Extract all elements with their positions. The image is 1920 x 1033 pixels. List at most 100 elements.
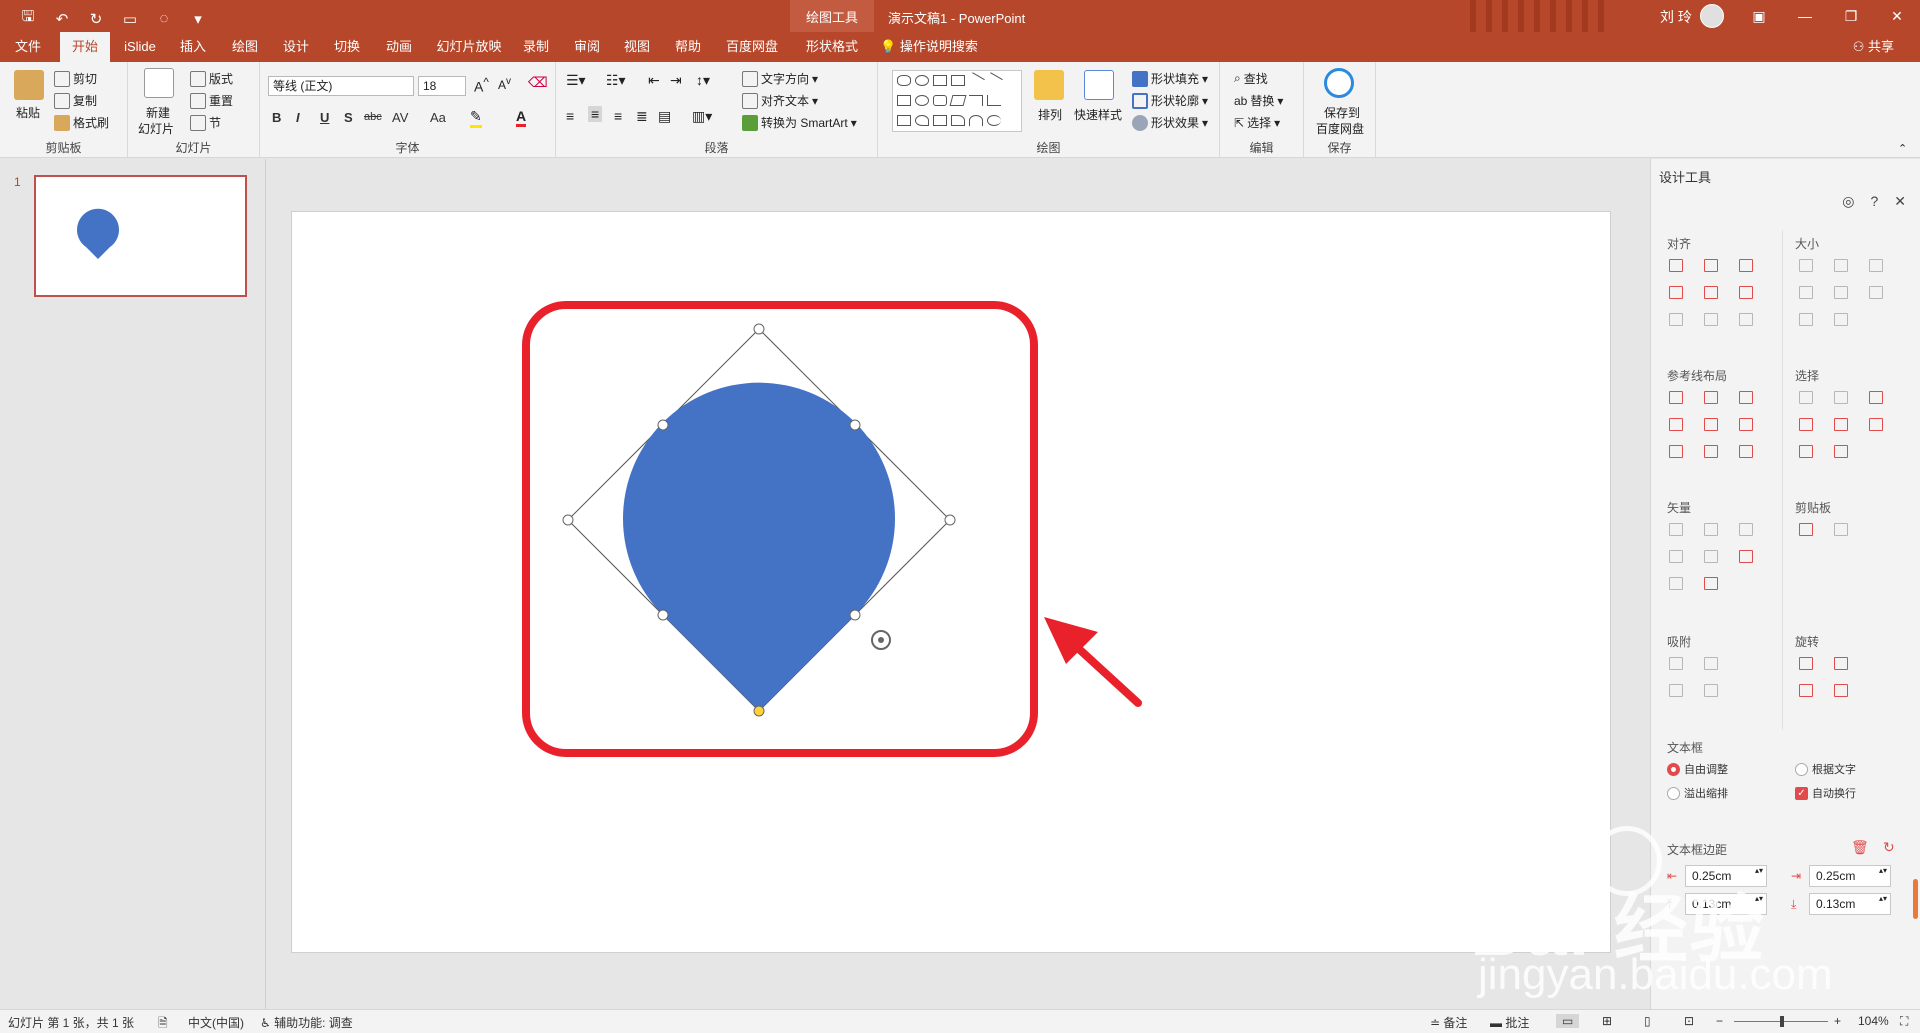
- font-color-icon[interactable]: A: [516, 108, 527, 127]
- slideshow-view-icon[interactable]: ⊡: [1684, 1014, 1694, 1028]
- shape-option[interactable]: [897, 115, 911, 126]
- help-icon[interactable]: ?: [1870, 193, 1878, 210]
- close-icon[interactable]: ✕: [1894, 193, 1906, 210]
- zoom-slider-thumb[interactable]: [1780, 1016, 1784, 1027]
- margin-right-input[interactable]: 0.25cm: [1809, 865, 1891, 887]
- spellcheck-icon[interactable]: 🗎: [158, 1014, 168, 1033]
- quick-styles-button[interactable]: 快速样式: [1074, 106, 1122, 123]
- undo-icon[interactable]: ↶: [52, 10, 72, 28]
- zoom-level[interactable]: 104%: [1858, 1014, 1889, 1028]
- guide-left-icon[interactable]: [1669, 391, 1683, 404]
- resize-handle[interactable]: [657, 609, 669, 621]
- copy-button[interactable]: 复制: [54, 92, 97, 109]
- tab-slideshow[interactable]: 幻灯片放映: [428, 32, 510, 62]
- align-center-tool-icon[interactable]: [1704, 259, 1718, 272]
- paste-icon[interactable]: [14, 70, 44, 100]
- flip-vertical-icon[interactable]: [1834, 684, 1848, 697]
- save-to-label-2[interactable]: 百度网盘: [1316, 120, 1364, 137]
- redo-icon[interactable]: ↻: [86, 10, 106, 28]
- collapse-ribbon-icon[interactable]: ⌃: [1898, 142, 1907, 155]
- new-slide-label-1[interactable]: 新建: [146, 104, 170, 121]
- align-left-icon[interactable]: ≡: [566, 108, 574, 124]
- shape-fill-button[interactable]: 形状填充 ▾: [1132, 70, 1208, 87]
- shape-option[interactable]: [915, 95, 929, 106]
- avatar[interactable]: [1700, 4, 1724, 28]
- smartart-button[interactable]: 转换为 SmartArt ▾: [742, 114, 857, 131]
- align-right-tool-icon[interactable]: [1739, 259, 1753, 272]
- tab-islide[interactable]: iSlide: [116, 32, 164, 62]
- language-indicator[interactable]: 中文(中国): [188, 1014, 244, 1031]
- comments-button[interactable]: ▬ 批注: [1490, 1014, 1529, 1031]
- rotate-right-icon[interactable]: [1834, 657, 1848, 670]
- guide-width-icon[interactable]: [1669, 445, 1683, 458]
- slide-sorter-icon[interactable]: ⊞: [1602, 1014, 1612, 1028]
- margin-bottom-input[interactable]: 0.13cm: [1809, 893, 1891, 915]
- snap-right-icon[interactable]: [1704, 657, 1718, 670]
- paste-format-icon[interactable]: [1834, 523, 1848, 536]
- resize-handle[interactable]: [562, 514, 574, 526]
- edit-points-icon[interactable]: [1739, 550, 1753, 563]
- change-case-button[interactable]: Aa: [430, 110, 446, 125]
- restore-icon[interactable]: ❐: [1828, 0, 1874, 32]
- save-to-label-1[interactable]: 保存到: [1324, 104, 1360, 121]
- underline-button[interactable]: U: [320, 110, 329, 125]
- shape-option[interactable]: [969, 115, 983, 126]
- share-button[interactable]: ⚇ 共享: [1853, 32, 1894, 62]
- reset-button[interactable]: 重置: [190, 92, 233, 109]
- adjust-handle[interactable]: [753, 705, 765, 717]
- select-invert-icon[interactable]: [1869, 391, 1883, 404]
- align-middle-tool-icon[interactable]: [1704, 286, 1718, 299]
- tab-design[interactable]: 设计: [274, 32, 318, 62]
- format-painter-button[interactable]: 格式刷: [54, 114, 109, 131]
- overflow-shrink-radio[interactable]: 溢出缩排: [1667, 785, 1728, 801]
- pane-scrollbar[interactable]: [1913, 879, 1918, 919]
- combine-icon[interactable]: [1704, 523, 1718, 536]
- layout-button[interactable]: 版式: [190, 70, 233, 87]
- tab-record[interactable]: 录制: [516, 32, 556, 62]
- select-similar-icon[interactable]: [1834, 391, 1848, 404]
- free-adjust-radio[interactable]: 自由调整: [1667, 761, 1728, 777]
- fit-bottom-icon[interactable]: [1834, 313, 1848, 326]
- touch-mode-icon[interactable]: ◌: [154, 10, 174, 27]
- copy-shape-icon[interactable]: [1704, 577, 1718, 590]
- slide-thumbnail[interactable]: [34, 175, 247, 297]
- tab-draw[interactable]: 绘图: [222, 32, 268, 62]
- cut-button[interactable]: 剪切: [54, 70, 97, 87]
- columns-icon[interactable]: ▥▾: [692, 108, 712, 125]
- shape-option[interactable]: [933, 75, 947, 86]
- same-width-icon[interactable]: [1799, 259, 1813, 272]
- fit-top-icon[interactable]: [1799, 313, 1813, 326]
- close-icon[interactable]: ✕: [1874, 0, 1920, 32]
- guide-middle-icon[interactable]: [1704, 418, 1718, 431]
- accessibility-status[interactable]: ♿ 辅助功能: 调查: [260, 1014, 353, 1031]
- select-row-icon[interactable]: [1834, 445, 1848, 458]
- guide-fill-icon[interactable]: [1739, 445, 1753, 458]
- settings-icon[interactable]: ◎: [1842, 193, 1854, 210]
- tab-help[interactable]: 帮助: [666, 32, 710, 62]
- subtract-icon[interactable]: [1704, 550, 1718, 563]
- present-icon[interactable]: ▭: [120, 10, 140, 28]
- fit-text-radio[interactable]: 根据文字: [1795, 761, 1856, 777]
- shape-option[interactable]: [987, 95, 1001, 106]
- select-same-icon[interactable]: [1799, 391, 1813, 404]
- section-button[interactable]: 节: [190, 114, 221, 131]
- tab-animations[interactable]: 动画: [376, 32, 422, 62]
- text-to-shape-icon[interactable]: [1669, 577, 1683, 590]
- fit-right-icon[interactable]: [1834, 286, 1848, 299]
- text-direction-button[interactable]: 文字方向 ▾: [742, 70, 818, 87]
- tab-baidu-pan[interactable]: 百度网盘: [716, 32, 788, 62]
- distribute-h-tool-icon[interactable]: [1669, 313, 1683, 326]
- align-text-button[interactable]: 对齐文本 ▾: [742, 92, 818, 109]
- snap-top-icon[interactable]: [1669, 684, 1683, 697]
- shape-option[interactable]: [897, 95, 911, 106]
- line-spacing-icon[interactable]: ↕▾: [696, 72, 710, 89]
- slide[interactable]: [291, 211, 1611, 953]
- minimize-icon[interactable]: —: [1782, 0, 1828, 32]
- bullets-icon[interactable]: ☰▾: [566, 72, 586, 89]
- shape-option[interactable]: [951, 75, 965, 86]
- align-center-icon[interactable]: ≡: [588, 106, 603, 122]
- resize-handle[interactable]: [944, 514, 956, 526]
- shape-option[interactable]: [969, 95, 983, 106]
- resize-handle[interactable]: [657, 419, 669, 431]
- guide-center-icon[interactable]: [1704, 391, 1718, 404]
